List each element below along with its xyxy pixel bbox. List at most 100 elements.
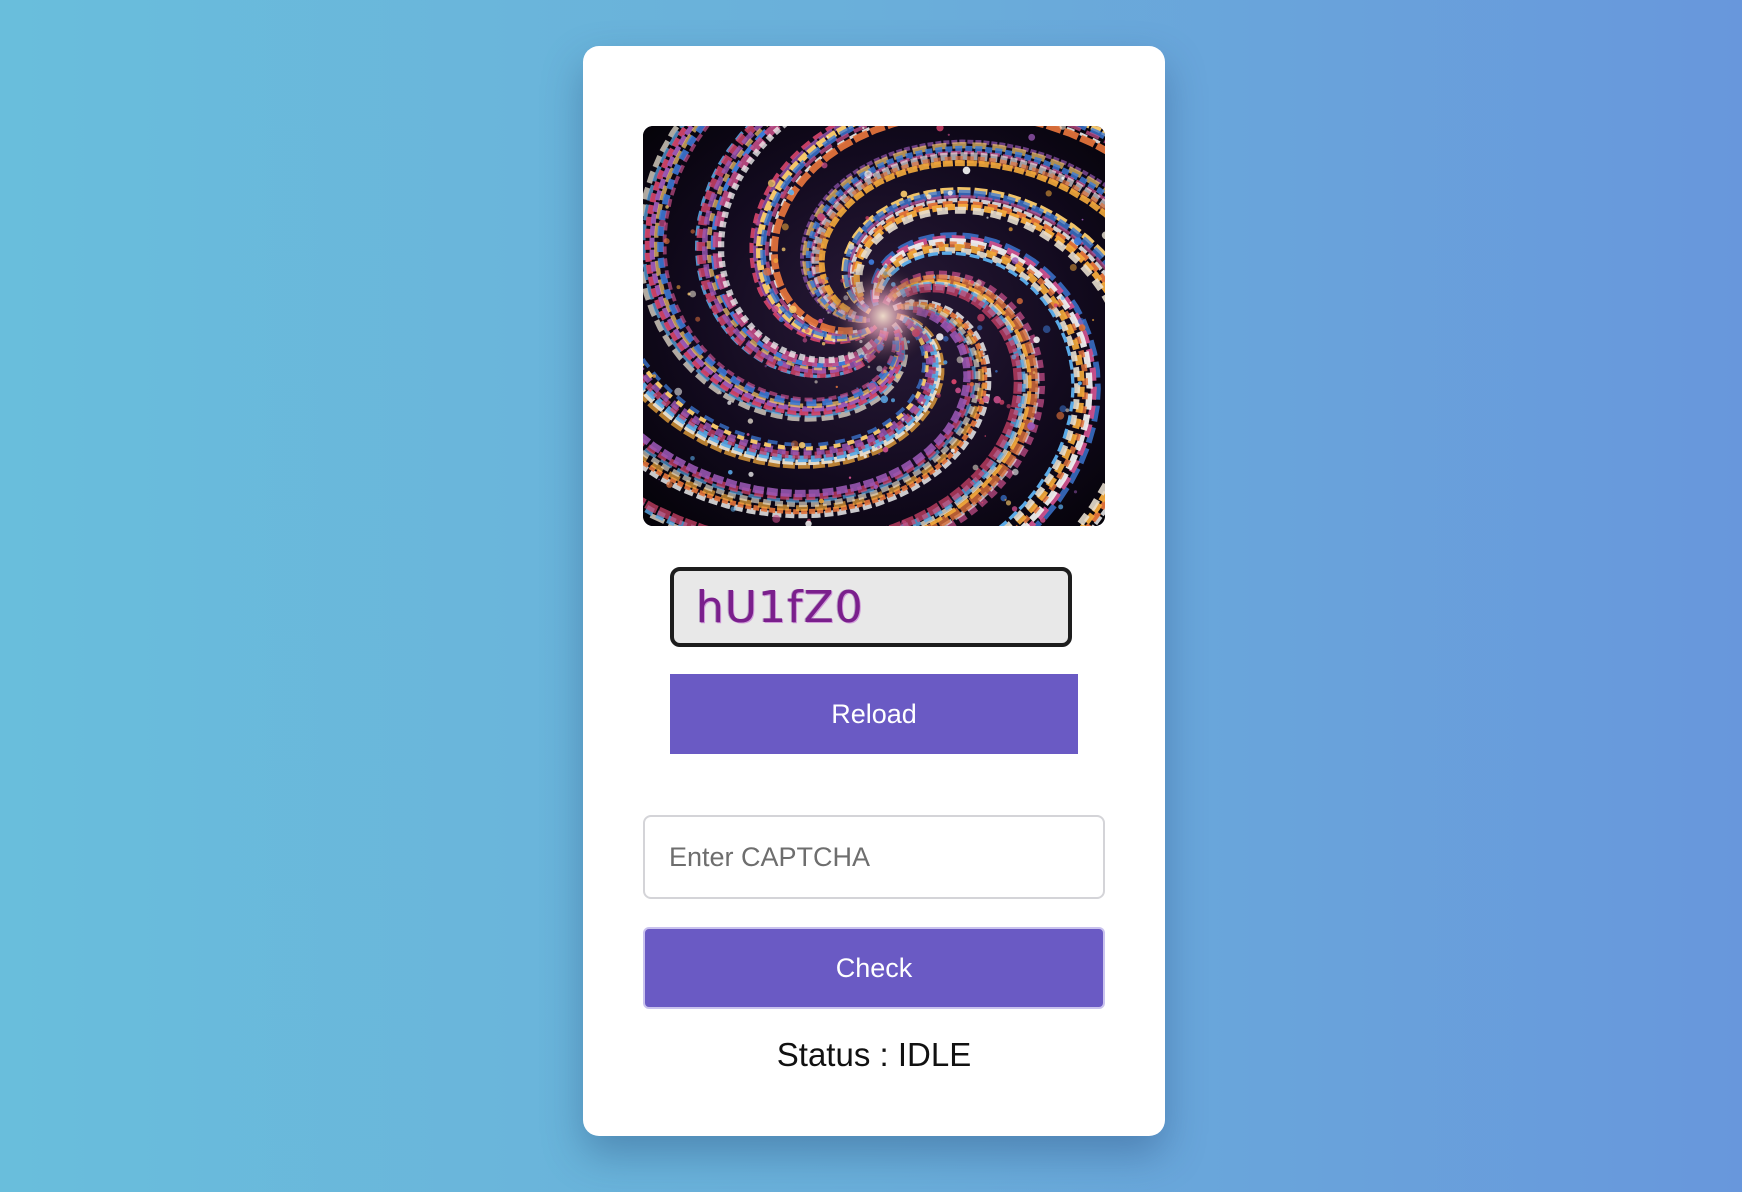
spiral-dot xyxy=(821,342,826,346)
spiral-dot xyxy=(986,216,989,219)
spiral-dot xyxy=(1016,298,1023,305)
spiral-dot xyxy=(1028,133,1036,141)
spiral-dot xyxy=(1004,498,1007,501)
spiral-dot xyxy=(895,373,901,379)
spiral-dot xyxy=(1077,317,1085,325)
spiral-dot xyxy=(695,316,701,322)
spiral-dot xyxy=(926,194,932,200)
spiral-dot xyxy=(778,317,784,323)
spiral-dot xyxy=(663,238,670,245)
spiral-dot xyxy=(730,506,736,512)
spiral-dot xyxy=(970,280,974,284)
spiral-dot xyxy=(1008,227,1013,232)
spiral-dot xyxy=(835,385,838,389)
spiral-dot xyxy=(868,382,877,391)
spiral-dot xyxy=(746,433,750,436)
spiral-dot xyxy=(943,360,948,365)
spiral-dot xyxy=(817,213,825,221)
spiral-dot xyxy=(900,190,908,198)
spiral-dot xyxy=(878,452,881,455)
captcha-input[interactable] xyxy=(643,815,1105,899)
spiral-dot xyxy=(1011,257,1019,265)
spiral-dot xyxy=(676,285,681,290)
spiral-dot xyxy=(788,189,794,196)
spiral-dot xyxy=(1053,303,1058,308)
check-button[interactable]: Check xyxy=(643,927,1105,1009)
spiral-dot xyxy=(848,476,852,479)
spiral-dot xyxy=(865,216,870,220)
spiral-dot xyxy=(956,356,964,364)
spiral-dot xyxy=(772,514,781,523)
spiral-dot xyxy=(771,305,779,313)
spiral-dot xyxy=(950,448,955,453)
status-text: Status : IDLE xyxy=(583,1036,1165,1074)
reload-button[interactable]: Reload xyxy=(670,674,1078,754)
spiral-dot xyxy=(1061,176,1065,180)
spiral-dot xyxy=(819,278,825,285)
spiral-dot xyxy=(805,328,810,334)
spiral-dot xyxy=(818,498,824,504)
status-separator: : xyxy=(870,1036,898,1073)
spiral-dot xyxy=(951,379,957,385)
spiral-artwork xyxy=(643,126,1105,526)
spiral-dot xyxy=(848,243,855,250)
spiral-dot xyxy=(1010,327,1014,331)
spiral-dot xyxy=(754,219,761,226)
spiral-dot xyxy=(977,313,985,322)
spiral-dot xyxy=(767,179,776,188)
spiral-dot xyxy=(825,276,829,281)
spiral-dot xyxy=(972,464,979,471)
spiral-dot xyxy=(891,398,895,403)
spiral-dot xyxy=(977,398,981,402)
spiral-dot xyxy=(718,391,722,395)
spiral-dot xyxy=(1017,403,1022,408)
spiral-dot xyxy=(981,501,984,504)
spiral-dot xyxy=(1006,404,1011,409)
spiral-dot xyxy=(1012,468,1019,476)
spiral-dot xyxy=(982,395,990,403)
spiral-dot xyxy=(1027,422,1035,431)
spiral-dot xyxy=(728,470,733,475)
spiral-dot xyxy=(1056,411,1065,420)
spiral-dot xyxy=(747,418,754,424)
spiral-dot xyxy=(947,190,953,196)
spiral-dot xyxy=(947,133,950,136)
spiral-dot xyxy=(962,166,971,175)
spiral-dot xyxy=(1081,218,1084,221)
spiral-dot xyxy=(821,162,828,169)
spiral-dot xyxy=(984,435,987,437)
spiral-dot xyxy=(1011,506,1018,512)
spiral-dot xyxy=(690,456,695,461)
spiral-dot xyxy=(1059,405,1067,413)
spiral-dot xyxy=(1049,173,1056,180)
spiral-dot xyxy=(789,305,797,314)
spiral-dot xyxy=(975,279,982,287)
spiral-dot xyxy=(978,382,981,385)
spiral-dot xyxy=(674,387,683,396)
spiral-dot xyxy=(665,205,669,209)
status-label: Status xyxy=(776,1036,871,1073)
spiral-dot xyxy=(873,484,878,490)
spiral-dot xyxy=(1005,500,1012,506)
spiral-dot xyxy=(863,454,867,459)
spiral-dot xyxy=(849,251,852,254)
spiral-dot xyxy=(955,387,961,394)
spiral-dot xyxy=(856,387,858,389)
spiral-dot xyxy=(781,247,786,252)
spiral-dot xyxy=(877,445,880,449)
spiral-dot xyxy=(826,136,829,138)
spiral-dot xyxy=(977,325,983,331)
spiral-dot xyxy=(880,395,889,404)
spiral-dot xyxy=(763,267,772,276)
spiral-dot xyxy=(982,352,986,356)
spiral-dot xyxy=(781,305,784,307)
spiral-dot xyxy=(1073,490,1078,494)
spiral-dot xyxy=(938,241,945,248)
spiral-dot xyxy=(780,191,788,199)
spiral-dot xyxy=(1092,354,1095,357)
spiral-dot xyxy=(773,258,779,264)
spiral-dot xyxy=(764,365,767,368)
spiral-dot xyxy=(1092,318,1095,322)
spiral-dot xyxy=(704,369,706,372)
spiral-dot xyxy=(1074,237,1082,246)
